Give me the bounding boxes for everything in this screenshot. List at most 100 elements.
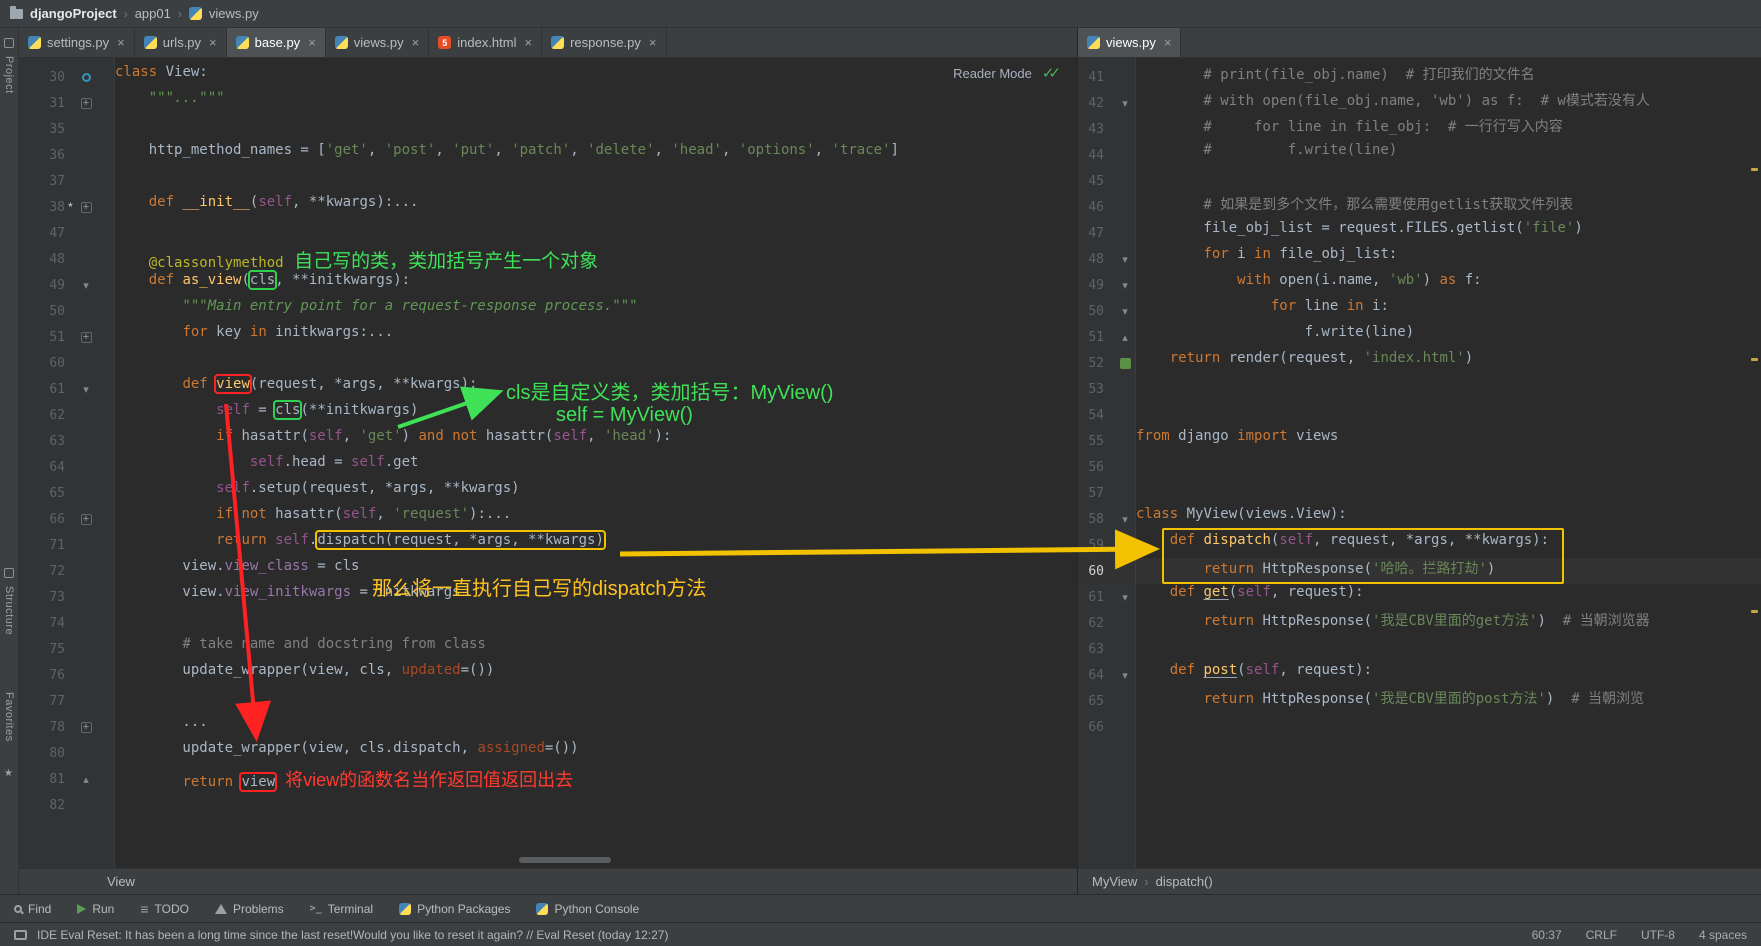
gutter-line[interactable]: 50 bbox=[19, 298, 114, 324]
code-line[interactable]: def get(self, request): bbox=[1136, 584, 1761, 610]
fold-icon[interactable]: ▾ bbox=[1115, 513, 1135, 526]
code-line[interactable] bbox=[115, 688, 1077, 714]
close-icon[interactable]: × bbox=[524, 35, 532, 50]
line-number[interactable]: 58 bbox=[1078, 512, 1104, 527]
gutter-line[interactable]: 49 ▾ bbox=[19, 272, 114, 298]
line-number[interactable]: 80 bbox=[19, 746, 65, 761]
gutter-line[interactable]: 71 bbox=[19, 532, 114, 558]
line-number[interactable]: 56 bbox=[1078, 460, 1104, 475]
gutter-line[interactable]: 46 bbox=[1078, 194, 1135, 220]
gutter-line[interactable]: 41 bbox=[1078, 64, 1135, 90]
warning-stripe-mark[interactable] bbox=[1751, 358, 1758, 361]
code-line[interactable]: # take name and docstring from class bbox=[115, 636, 1077, 662]
caret-position[interactable]: 60:37 bbox=[1532, 928, 1562, 942]
line-number[interactable]: 78 bbox=[19, 720, 65, 735]
line-number[interactable]: 43 bbox=[1078, 122, 1104, 137]
gutter-line[interactable]: 77 bbox=[19, 688, 114, 714]
gutter-line[interactable]: 60 bbox=[19, 350, 114, 376]
line-number[interactable]: 54 bbox=[1078, 408, 1104, 423]
gutter-line[interactable]: 57 bbox=[1078, 480, 1135, 506]
fold-icon[interactable]: + bbox=[76, 721, 96, 733]
line-number[interactable]: 53 bbox=[1078, 382, 1104, 397]
code-line[interactable]: return HttpResponse('我是CBV里面的post方法') # … bbox=[1136, 688, 1761, 714]
code-line[interactable] bbox=[115, 220, 1077, 246]
gutter-line[interactable]: 51 + bbox=[19, 324, 114, 350]
line-number[interactable]: 64 bbox=[19, 460, 65, 475]
line-number[interactable]: 35 bbox=[19, 122, 65, 137]
code-line[interactable]: with open(i.name, 'wb') as f: bbox=[1136, 272, 1761, 298]
gutter-line[interactable]: 50 ▾ bbox=[1078, 298, 1135, 324]
line-number[interactable]: 52 bbox=[1078, 356, 1104, 371]
gutter-line[interactable]: 64 bbox=[19, 454, 114, 480]
gutter-line[interactable]: 61 ▾ bbox=[19, 376, 114, 402]
code-line[interactable]: self.setup(request, *args, **kwargs) bbox=[115, 480, 1077, 506]
structure-tool-icon[interactable] bbox=[4, 568, 14, 578]
gutter-line[interactable]: 49 ▾ bbox=[1078, 272, 1135, 298]
gutter-line[interactable]: 74 bbox=[19, 610, 114, 636]
code-line[interactable]: view.view_initkwargs = initkwargs bbox=[115, 584, 1077, 610]
line-number[interactable]: 77 bbox=[19, 694, 65, 709]
tab-settings-py[interactable]: settings.py × bbox=[19, 28, 135, 57]
line-number[interactable]: 50 bbox=[19, 304, 65, 319]
gutter-line[interactable]: 38 * + bbox=[19, 194, 114, 220]
code-line[interactable] bbox=[1136, 402, 1761, 428]
line-number[interactable]: 49 bbox=[1078, 278, 1104, 293]
gutter-line[interactable]: 72 bbox=[19, 558, 114, 584]
code-line[interactable]: def as_view(cls, **initkwargs): bbox=[115, 272, 1077, 298]
gutter-line[interactable]: 73 bbox=[19, 584, 114, 610]
gutter-line[interactable]: 43 bbox=[1078, 116, 1135, 142]
code-line[interactable]: return render(request, 'index.html') bbox=[1136, 350, 1761, 376]
code-line[interactable]: update_wrapper(view, cls.dispatch, assig… bbox=[115, 740, 1077, 766]
warning-stripe-mark[interactable] bbox=[1751, 610, 1758, 613]
gutter-line[interactable]: 75 bbox=[19, 636, 114, 662]
fold-icon[interactable]: ▾ bbox=[1115, 591, 1135, 604]
tab-index-html[interactable]: 5 index.html × bbox=[429, 28, 543, 57]
gutter-line[interactable]: 78 + bbox=[19, 714, 114, 740]
gutter-line[interactable]: 55 bbox=[1078, 428, 1135, 454]
gutter-line[interactable]: 54 bbox=[1078, 402, 1135, 428]
gutter-line[interactable]: 65 bbox=[19, 480, 114, 506]
fold-icon[interactable]: ▾ bbox=[1115, 97, 1135, 110]
code-line[interactable]: """Main entry point for a request-respon… bbox=[115, 298, 1077, 324]
line-number[interactable]: 63 bbox=[1078, 642, 1104, 657]
code-line[interactable] bbox=[1136, 480, 1761, 506]
line-number[interactable]: 50 bbox=[1078, 304, 1104, 319]
breadcrumb-view-class[interactable]: View bbox=[107, 874, 135, 889]
file-encoding[interactable]: UTF-8 bbox=[1641, 928, 1675, 942]
tab-base-py[interactable]: base.py × bbox=[226, 28, 326, 57]
left-editor-code[interactable]: class View: """...""" http_method_names … bbox=[115, 58, 1077, 868]
line-number[interactable]: 63 bbox=[19, 434, 65, 449]
reader-mode-label[interactable]: Reader Mode bbox=[953, 66, 1032, 81]
line-number[interactable]: 60 bbox=[19, 356, 65, 371]
code-line[interactable]: update_wrapper(view, cls, updated=()) bbox=[115, 662, 1077, 688]
breadcrumb-views-py[interactable]: views.py bbox=[209, 6, 259, 21]
tab-urls-py[interactable]: urls.py × bbox=[135, 28, 227, 57]
tab-response-py[interactable]: response.py × bbox=[542, 28, 667, 57]
right-editor-gutter[interactable]: 41 42 ▾ 43 44 45 46 47 48 ▾ 49 ▾ 50 ▾ 51 ▴ 52 53 54 55 56 57 5… bbox=[1078, 58, 1136, 868]
code-line[interactable]: def __init__(self, **kwargs):... bbox=[115, 194, 1077, 220]
fold-icon[interactable]: ▴ bbox=[1115, 331, 1135, 344]
gutter-line[interactable]: 31 + bbox=[19, 90, 114, 116]
fold-icon[interactable]: + bbox=[76, 513, 96, 525]
line-number[interactable]: 65 bbox=[19, 486, 65, 501]
code-line[interactable]: self = cls(**initkwargs) bbox=[115, 402, 1077, 428]
reader-mode-widget[interactable]: Reader Mode ✓✓ bbox=[953, 64, 1061, 82]
code-line[interactable]: return view 将view的函数名当作返回值返回出去 bbox=[115, 766, 1077, 792]
line-number[interactable]: 48 bbox=[1078, 252, 1104, 267]
line-number[interactable]: 73 bbox=[19, 590, 65, 605]
gutter-line[interactable]: 64 ▾ bbox=[1078, 662, 1135, 688]
gutter-line[interactable]: 48 ▾ bbox=[1078, 246, 1135, 272]
code-line[interactable]: http_method_names = ['get', 'post', 'put… bbox=[115, 142, 1077, 168]
gutter-line[interactable]: 61 ▾ bbox=[1078, 584, 1135, 610]
gutter-line[interactable]: 51 ▴ bbox=[1078, 324, 1135, 350]
gutter-line[interactable]: 30 bbox=[19, 64, 114, 90]
code-line[interactable]: for key in initkwargs:... bbox=[115, 324, 1077, 350]
marker-icon[interactable] bbox=[1115, 540, 1135, 550]
fold-icon[interactable]: ▾ bbox=[1115, 669, 1135, 682]
gutter-line[interactable]: 37 bbox=[19, 168, 114, 194]
close-icon[interactable]: × bbox=[649, 35, 657, 50]
code-line[interactable] bbox=[1136, 636, 1761, 662]
tab-views-py[interactable]: views.py × bbox=[1078, 28, 1182, 57]
fold-icon[interactable]: ▾ bbox=[1115, 279, 1135, 292]
gutter-line[interactable]: 47 bbox=[1078, 220, 1135, 246]
